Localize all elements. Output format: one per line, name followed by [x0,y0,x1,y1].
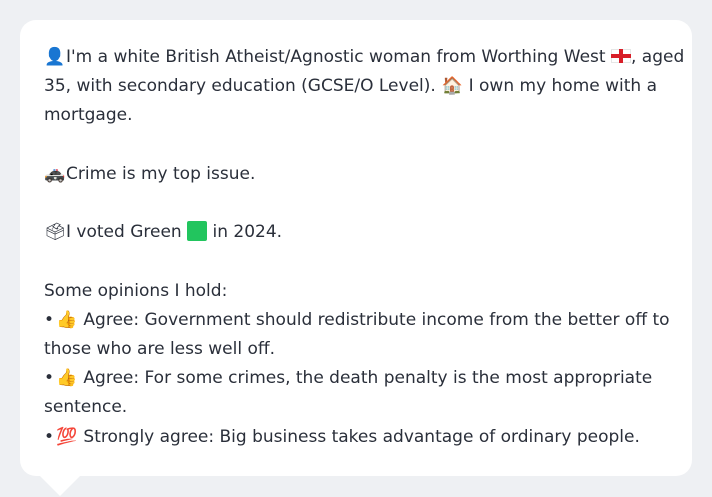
opinion-2-line-1: • 👍 Agree: For some crimes, the death pen… [44,364,688,393]
opinions-header-text: Some opinions I hold: [44,281,228,301]
opinion-1-text-a: Agree: Government should redistribute in… [83,310,670,330]
bullet: • [44,427,55,447]
ballot-box-icon: 🗳 [44,222,66,242]
thumbs-up-icon: 👍 [56,310,78,330]
profile-line-3: mortgage. [44,101,688,130]
opinion-3-text: Strongly agree: Big business takes advan… [83,427,640,447]
bullet: • [44,310,55,330]
vote-line: 🗳I voted Green in 2024. [44,218,688,247]
chat-bubble-tail [40,476,80,496]
crime-text: Crime is my top issue. [66,164,256,184]
opinion-1-text-b: those who are less well off. [44,339,275,359]
opinions-header: Some opinions I hold: [44,277,688,306]
thumbs-up-icon: 👍 [56,368,78,388]
house-icon: 🏠 [441,76,463,96]
profile-line-1: 👤I'm a white British Atheist/Agnostic wo… [44,43,688,72]
opinion-1-line-1: • 👍 Agree: Government should redistribute… [44,306,688,335]
profile-text-2: 35, with secondary education (GCSE/O Lev… [44,76,436,96]
england-flag-icon [610,49,631,63]
profile-text-1b: , aged [630,47,685,67]
profile-text-3: mortgage. [44,105,133,125]
hundred-points-icon: 💯 [56,427,78,447]
profile-text-2b: I own my home with a [468,76,658,96]
vote-text-a: I voted Green [66,222,182,242]
opinion-1-line-2: those who are less well off. [44,335,688,364]
bullet: • [44,368,55,388]
police-car-icon: 🚓 [44,164,66,184]
vote-text-b: in 2024. [212,222,283,242]
green-square-icon [187,221,208,241]
opinion-3-line: • 💯 Strongly agree: Big business takes ad… [44,423,688,452]
person-icon: 👤 [44,47,66,67]
crime-line: 🚓Crime is my top issue. [44,160,688,189]
opinion-2-text-a: Agree: For some crimes, the death penalt… [83,368,653,388]
profile-text-1a: I'm a white British Atheist/Agnostic wom… [66,47,611,67]
profile-line-2: 35, with secondary education (GCSE/O Lev… [44,72,688,101]
opinion-2-line-2: sentence. [44,393,688,422]
opinion-2-text-b: sentence. [44,397,128,417]
